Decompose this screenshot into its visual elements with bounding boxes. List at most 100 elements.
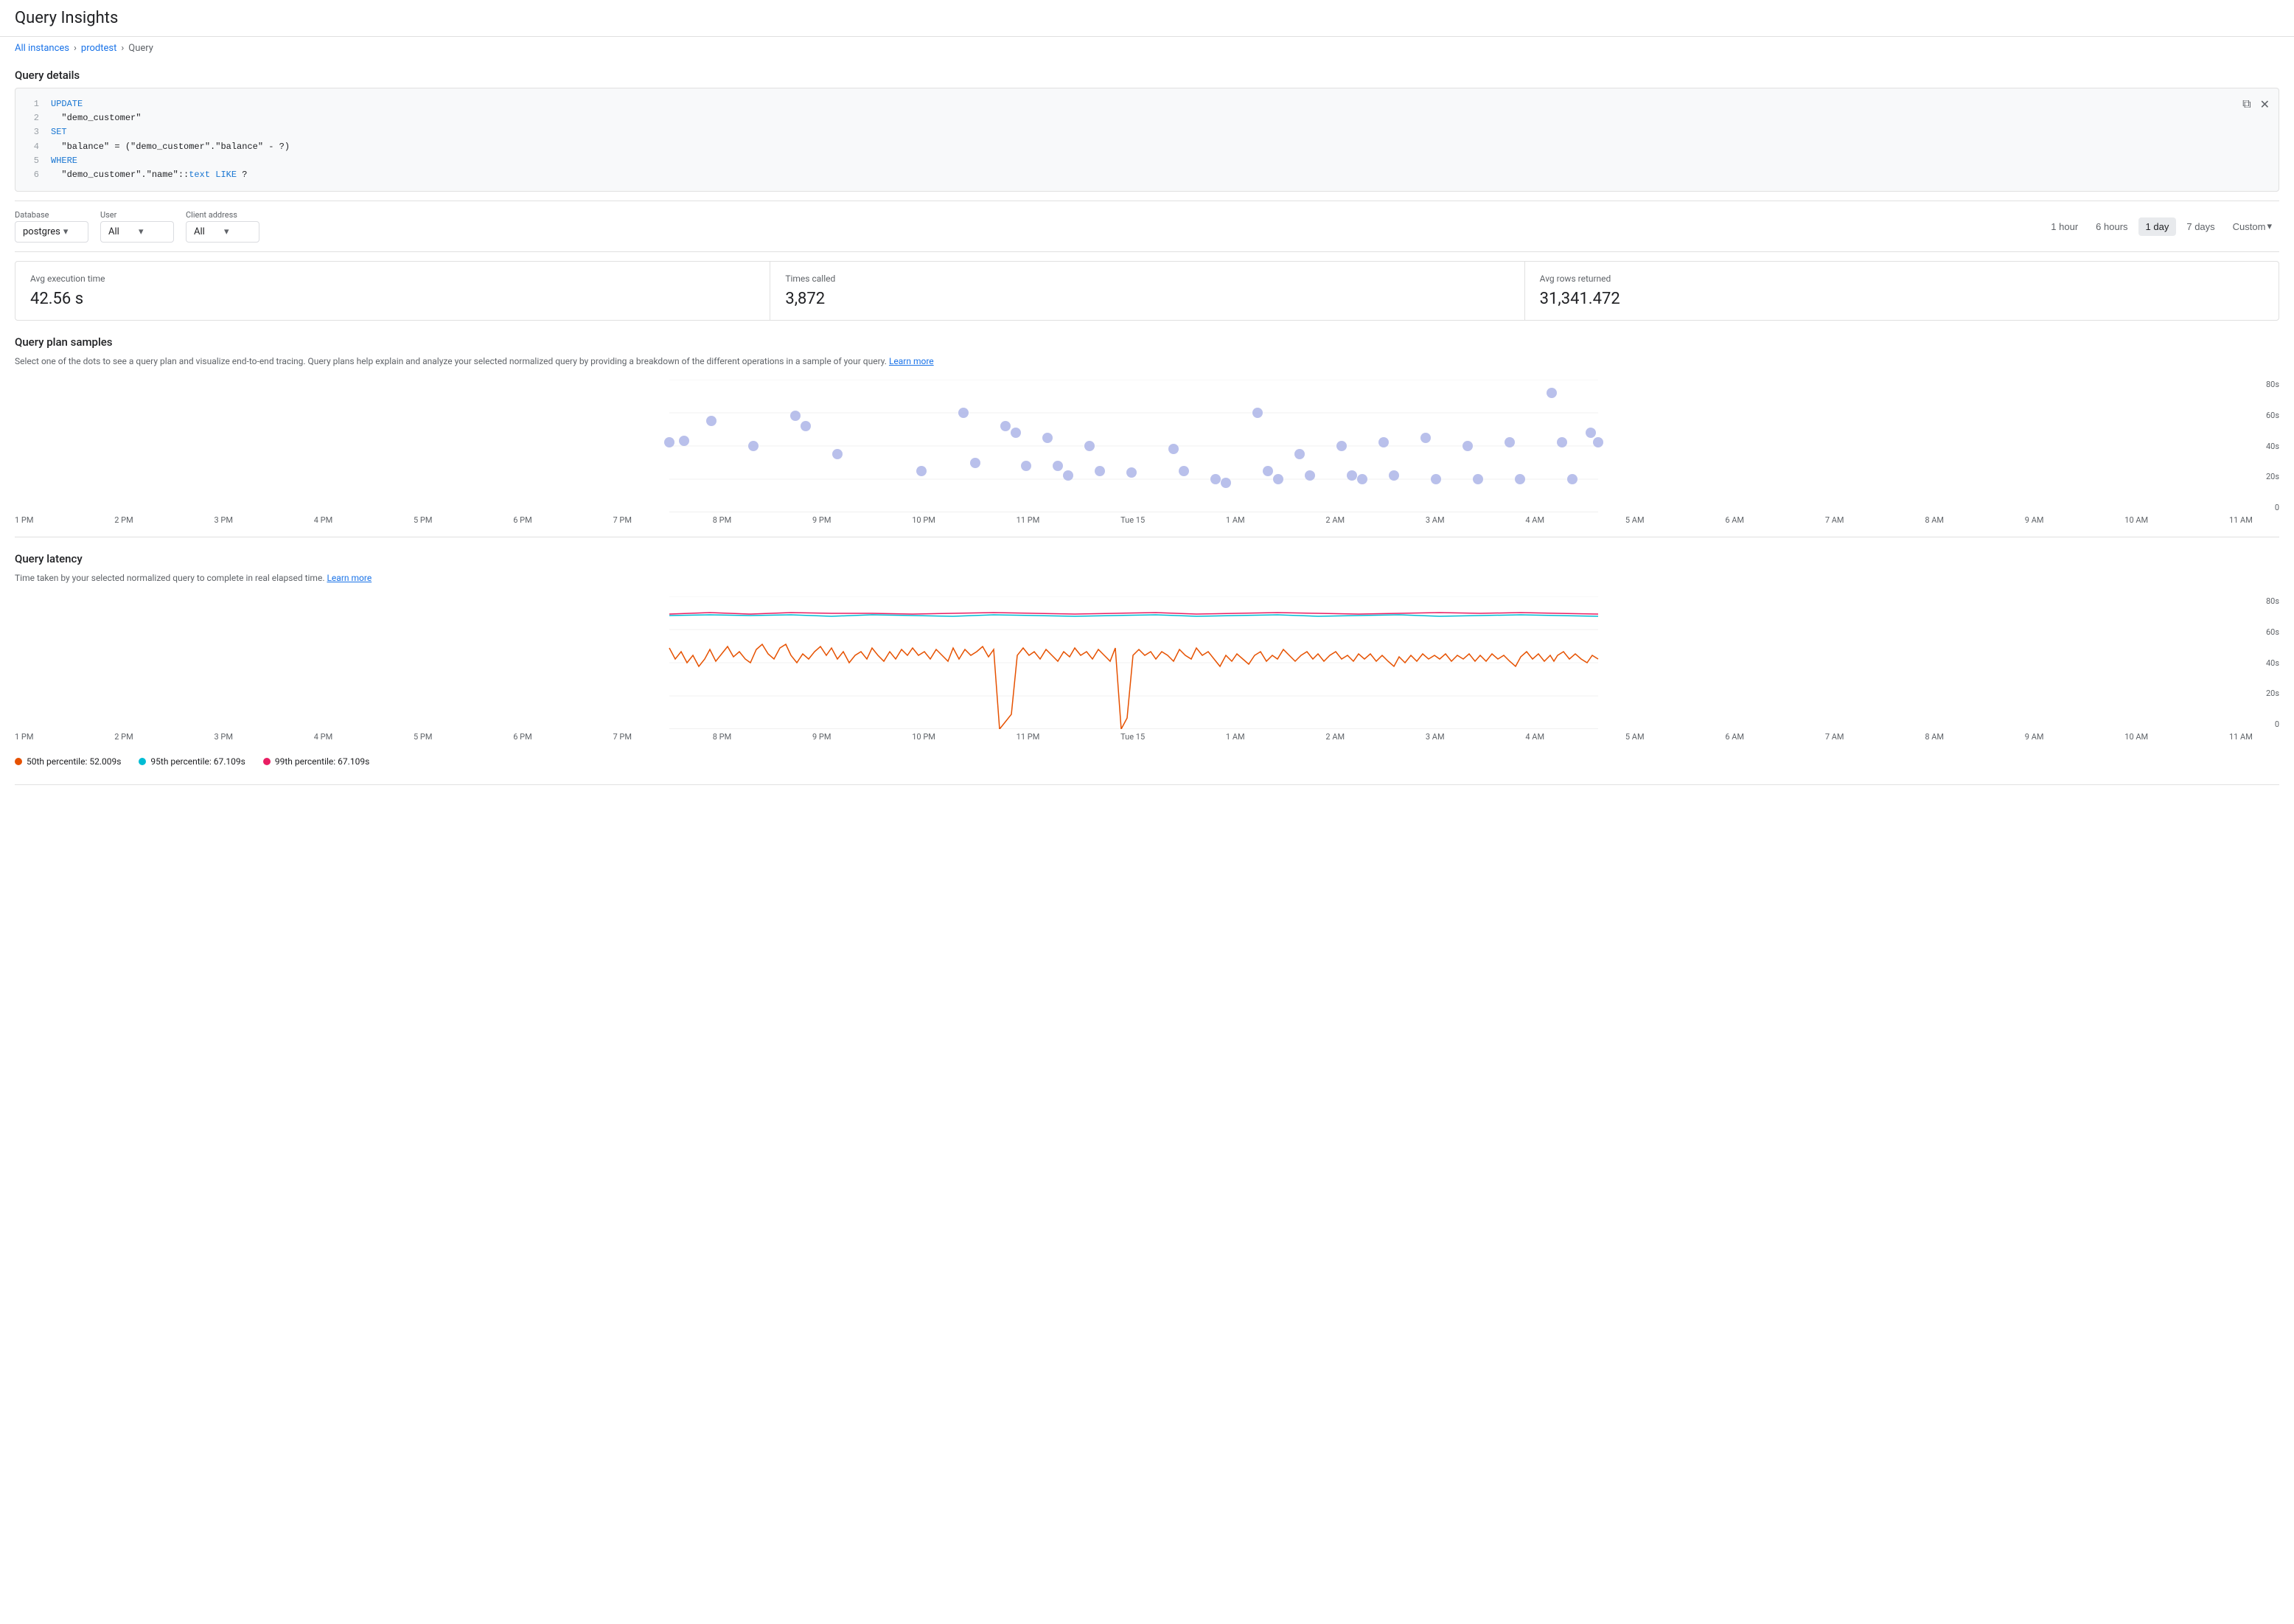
- latency-chart-container: 80s 60s 40s 20s 0: [15, 596, 2279, 729]
- user-filter: User All ▾: [100, 210, 174, 243]
- scatter-dot[interactable]: [706, 416, 717, 426]
- scatter-dot[interactable]: [1431, 474, 1441, 484]
- legend-95th-dot: [139, 758, 146, 765]
- scatter-chart-container: 80s 60s 40s 20s 0: [15, 380, 2279, 512]
- time-btn-1d[interactable]: 1 day: [2138, 217, 2177, 236]
- query-plan-learn-more[interactable]: Learn more: [889, 356, 934, 366]
- scatter-dot[interactable]: [1336, 441, 1347, 451]
- latency-chart: [15, 596, 2253, 729]
- scatter-dot[interactable]: [1420, 433, 1431, 443]
- legend-99th: 99th percentile: 67.109s: [263, 756, 369, 767]
- metric-avg-rows-value: 31,341.472: [1540, 290, 2264, 308]
- scatter-dot[interactable]: [1053, 461, 1063, 471]
- scatter-dot[interactable]: [1210, 474, 1221, 484]
- database-label: Database: [15, 210, 88, 220]
- scatter-dot[interactable]: [748, 441, 759, 451]
- scatter-dot[interactable]: [1389, 470, 1399, 481]
- scatter-dot[interactable]: [1473, 474, 1483, 484]
- scatter-dot[interactable]: [1084, 441, 1095, 451]
- scatter-dot[interactable]: [1221, 478, 1231, 488]
- time-btn-1h[interactable]: 1 hour: [2043, 217, 2085, 236]
- scatter-dot[interactable]: [1000, 421, 1011, 431]
- scatter-dot[interactable]: [1095, 466, 1105, 476]
- scatter-dot[interactable]: [1357, 474, 1367, 484]
- scatter-dot[interactable]: [1168, 444, 1179, 454]
- close-button[interactable]: ✕: [2257, 94, 2273, 115]
- scatter-dot[interactable]: [664, 437, 674, 447]
- scatter-x-axis: 1 PM 2 PM 3 PM 4 PM 5 PM 6 PM 7 PM 8 PM …: [15, 512, 2279, 525]
- client-address-select[interactable]: All ▾: [186, 221, 259, 243]
- scatter-dot[interactable]: [1273, 474, 1283, 484]
- breadcrumb-prodtest[interactable]: prodtest: [81, 43, 116, 54]
- scatter-dot[interactable]: [790, 411, 801, 421]
- user-label: User: [100, 210, 174, 220]
- user-value: All: [108, 226, 136, 237]
- query-latency-section: Query latency Time taken by your selecte…: [15, 552, 2279, 785]
- scatter-dot[interactable]: [1126, 467, 1137, 478]
- scatter-dot[interactable]: [970, 458, 980, 468]
- breadcrumb-all-instances[interactable]: All instances: [15, 43, 69, 54]
- time-btn-7d[interactable]: 7 days: [2179, 217, 2222, 236]
- scatter-dot[interactable]: [1063, 470, 1073, 481]
- database-chevron: ▾: [63, 226, 80, 237]
- scatter-dot[interactable]: [1294, 449, 1305, 459]
- main-content: Query details ⧉ ✕ 1 UPDATE 2 "demo_custo…: [0, 69, 2294, 785]
- scatter-dot[interactable]: [1011, 428, 1021, 438]
- scatter-dot[interactable]: [1567, 474, 1577, 484]
- breadcrumb: All instances › prodtest › Query: [0, 37, 2294, 60]
- copy-button[interactable]: ⧉: [2239, 94, 2253, 115]
- code-line-6: 6 "demo_customer"."name"::text LIKE ?: [27, 168, 2267, 182]
- metric-avg-execution: Avg execution time 42.56 s: [15, 262, 770, 320]
- header: Query Insights All instances › prodtest …: [0, 0, 2294, 60]
- scatter-dot[interactable]: [1515, 474, 1525, 484]
- legend-95th-label: 95th percentile: 67.109s: [150, 756, 245, 767]
- scatter-dot[interactable]: [1547, 388, 1557, 398]
- filters-row: Database postgres ▾ User All ▾ Client ad…: [15, 201, 2279, 252]
- query-plan-title: Query plan samples: [15, 335, 2279, 349]
- scatter-dot[interactable]: [1557, 437, 1567, 447]
- scatter-dot[interactable]: [958, 408, 969, 418]
- scatter-dot[interactable]: [1021, 461, 1031, 471]
- scatter-dot[interactable]: [1593, 437, 1603, 447]
- legend-99th-dot: [263, 758, 271, 765]
- code-line-5: 5 WHERE: [27, 154, 2267, 168]
- scatter-dot[interactable]: [1347, 470, 1357, 481]
- latency-y-axis: 80s 60s 40s 20s 0: [2253, 596, 2279, 729]
- scatter-dot[interactable]: [1305, 470, 1315, 481]
- client-address-label: Client address: [186, 210, 259, 220]
- legend-95th: 95th percentile: 67.109s: [139, 756, 245, 767]
- scatter-dot[interactable]: [1505, 437, 1515, 447]
- breadcrumb-sep-1: ›: [74, 43, 77, 54]
- client-address-filter: Client address All ▾: [186, 210, 259, 243]
- scatter-dot[interactable]: [1378, 437, 1389, 447]
- scatter-dot[interactable]: [679, 436, 689, 446]
- breadcrumb-query: Query: [128, 43, 153, 54]
- metrics-row: Avg execution time 42.56 s Times called …: [15, 261, 2279, 321]
- scatter-chart: [15, 380, 2253, 512]
- time-btn-6h[interactable]: 6 hours: [2088, 217, 2135, 236]
- scatter-dot[interactable]: [1586, 428, 1596, 438]
- scatter-dot[interactable]: [1179, 466, 1189, 476]
- query-latency-learn-more[interactable]: Learn more: [327, 573, 372, 583]
- database-select[interactable]: postgres ▾: [15, 221, 88, 243]
- code-actions: ⧉ ✕: [2239, 94, 2273, 115]
- client-address-value: All: [194, 226, 221, 237]
- scatter-dot[interactable]: [801, 421, 811, 431]
- scatter-dot[interactable]: [1042, 433, 1053, 443]
- scatter-dot[interactable]: [832, 449, 843, 459]
- legend-50th-dot: [15, 758, 22, 765]
- scatter-y-axis: 80s 60s 40s 20s 0: [2253, 380, 2279, 512]
- time-btn-custom[interactable]: Custom ▾: [2225, 217, 2279, 236]
- scatter-dot[interactable]: [1252, 408, 1263, 418]
- database-filter: Database postgres ▾: [15, 210, 88, 243]
- legend-99th-label: 99th percentile: 67.109s: [275, 756, 369, 767]
- latency-legend: 50th percentile: 52.009s 95th percentile…: [15, 750, 2279, 773]
- user-select[interactable]: All ▾: [100, 221, 174, 243]
- code-line-2: 2 "demo_customer": [27, 111, 2267, 125]
- scatter-dot[interactable]: [1263, 466, 1273, 476]
- scatter-dot[interactable]: [916, 466, 927, 476]
- breadcrumb-sep-2: ›: [121, 43, 124, 54]
- query-details-section: Query details ⧉ ✕ 1 UPDATE 2 "demo_custo…: [15, 69, 2279, 192]
- custom-chevron: ▾: [2267, 220, 2272, 232]
- scatter-dot[interactable]: [1462, 441, 1473, 451]
